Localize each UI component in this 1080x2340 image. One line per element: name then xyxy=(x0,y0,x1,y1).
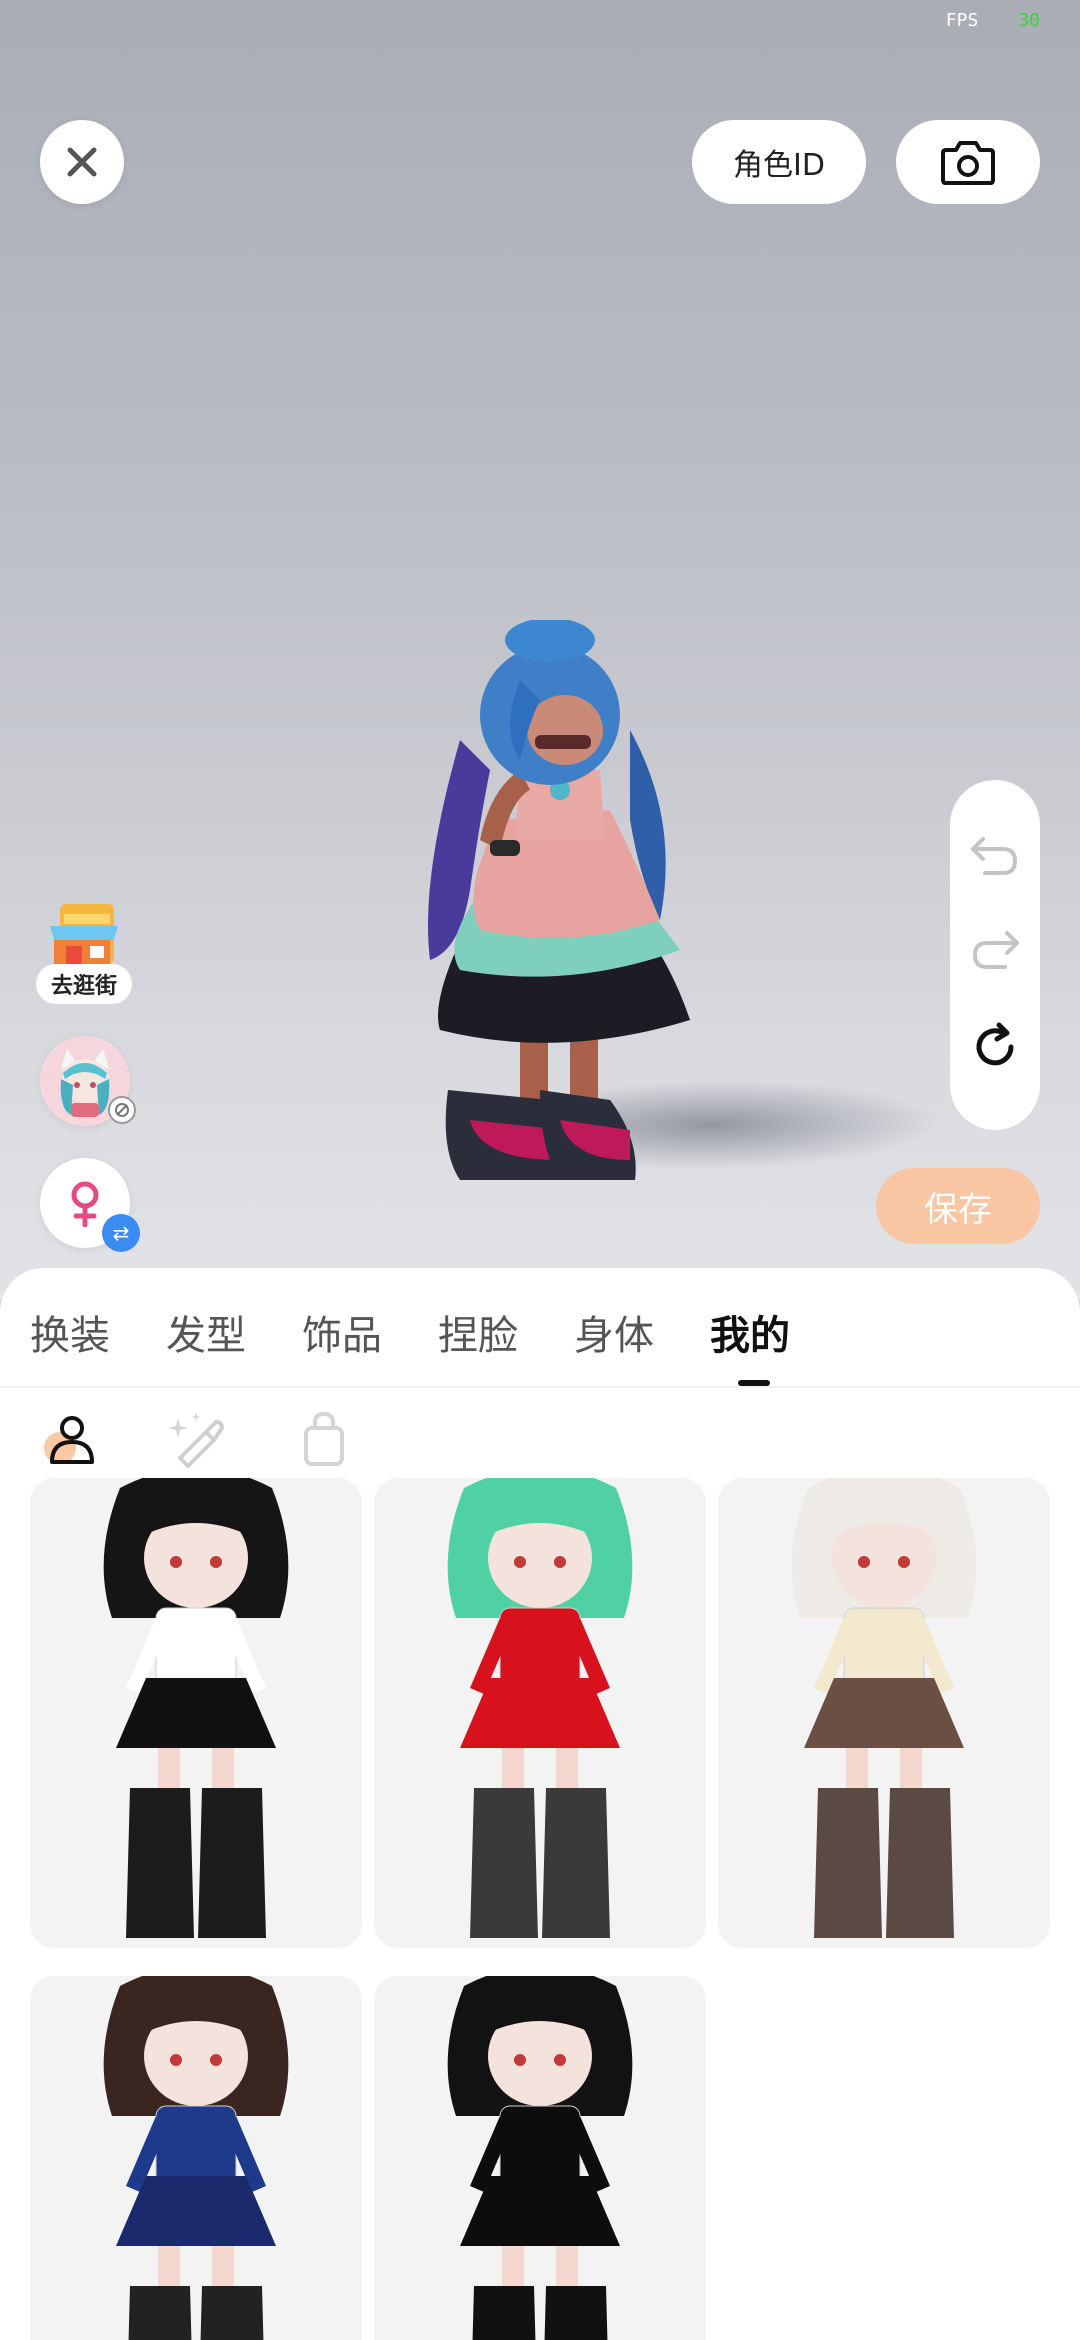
wardrobe-panel: 换装 发型 饰品 捏脸 身体 我的 xyxy=(0,1268,1080,2340)
category-tabs: 换装 发型 饰品 捏脸 身体 我的 xyxy=(0,1268,1080,1388)
tab-outfit[interactable]: 换装 xyxy=(30,1308,110,1364)
outfit-card[interactable] xyxy=(374,1976,706,2340)
subtab-saved-looks[interactable] xyxy=(30,1400,106,1476)
reset-button[interactable] xyxy=(969,1021,1021,1077)
role-id-button[interactable]: 角色ID xyxy=(692,120,866,204)
tab-accessories[interactable]: 饰品 xyxy=(302,1308,382,1364)
person-icon xyxy=(44,1416,94,1464)
gender-switch-button[interactable]: ⇄ xyxy=(40,1158,140,1252)
character-viewport[interactable]: FPS 30 角色ID 去逛街 ⇄ 保存 xyxy=(0,0,1080,1300)
shop-icon xyxy=(50,904,118,966)
subtab-creations[interactable] xyxy=(158,1400,234,1476)
outfit-preview xyxy=(791,1478,977,1938)
fps-counter: FPS 30 xyxy=(946,10,1040,31)
subtab-purchased[interactable] xyxy=(286,1400,362,1476)
tab-body[interactable]: 身体 xyxy=(574,1308,654,1364)
tab-mine[interactable]: 我的 xyxy=(710,1308,790,1364)
reset-icon xyxy=(976,1022,1014,1066)
avatar-button[interactable] xyxy=(40,1036,136,1126)
tab-face[interactable]: 捏脸 xyxy=(438,1308,518,1364)
tab-hairstyle[interactable]: 发型 xyxy=(166,1308,246,1364)
outfit-preview xyxy=(103,1478,289,1938)
history-panel xyxy=(950,780,1040,1130)
swap-icon: ⇄ xyxy=(102,1214,140,1252)
outfit-card[interactable] xyxy=(30,1976,362,2340)
outfit-card[interactable] xyxy=(30,1478,362,1948)
hide-badge xyxy=(108,1096,136,1124)
outfit-card[interactable] xyxy=(374,1478,706,1948)
role-id-label: 角色ID xyxy=(733,148,825,183)
outfit-preview xyxy=(447,1976,633,2340)
fps-value: 30 xyxy=(1018,10,1040,31)
female-icon xyxy=(71,1181,99,1227)
close-icon xyxy=(67,147,97,177)
sub-tabs xyxy=(0,1400,1080,1484)
fps-label: FPS xyxy=(945,10,979,31)
undo-button[interactable] xyxy=(969,833,1021,881)
shop-button[interactable]: 去逛街 xyxy=(36,900,132,1004)
undo-icon xyxy=(971,837,1018,875)
shop-label: 去逛街 xyxy=(36,964,132,1004)
redo-button[interactable] xyxy=(969,927,1021,975)
bag-icon xyxy=(304,1411,344,1466)
camera-button[interactable] xyxy=(896,120,1040,204)
hide-icon xyxy=(115,1103,129,1117)
magic-brush-icon xyxy=(168,1412,225,1468)
character-model[interactable] xyxy=(400,620,720,1190)
tab-indicator xyxy=(738,1380,770,1386)
save-button[interactable]: 保存 xyxy=(876,1168,1040,1244)
redo-icon xyxy=(972,931,1019,969)
close-button[interactable] xyxy=(40,120,124,204)
outfit-card[interactable] xyxy=(718,1478,1050,1948)
camera-icon xyxy=(941,141,995,185)
outfit-preview xyxy=(103,1976,289,2340)
outfit-preview xyxy=(447,1478,633,1938)
outfit-grid xyxy=(0,1478,1080,2340)
